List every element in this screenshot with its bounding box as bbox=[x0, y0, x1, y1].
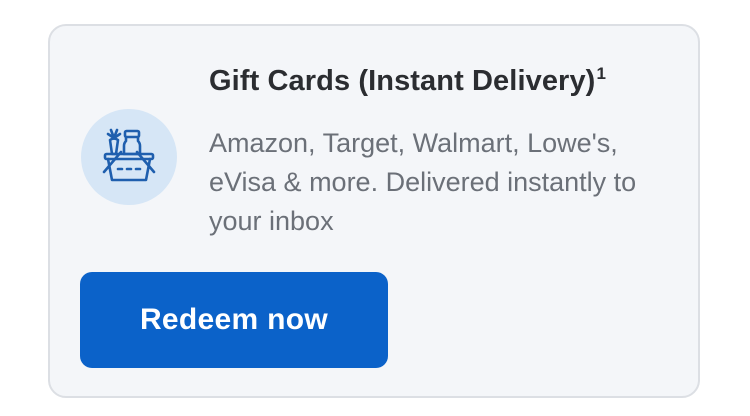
redeem-now-button[interactable]: Redeem now bbox=[80, 272, 388, 368]
gift-cards-card: Gift Cards (Instant Delivery)1 Amazon, T… bbox=[48, 24, 700, 398]
card-title-text: Gift Cards (Instant Delivery) bbox=[209, 65, 596, 97]
card-title: Gift Cards (Instant Delivery)1 bbox=[209, 64, 606, 98]
card-description: Amazon, Target, Walmart, Lowe's, eVisa &… bbox=[209, 128, 637, 236]
footnote-marker: 1 bbox=[596, 64, 606, 83]
gift-basket-icon bbox=[81, 109, 177, 205]
